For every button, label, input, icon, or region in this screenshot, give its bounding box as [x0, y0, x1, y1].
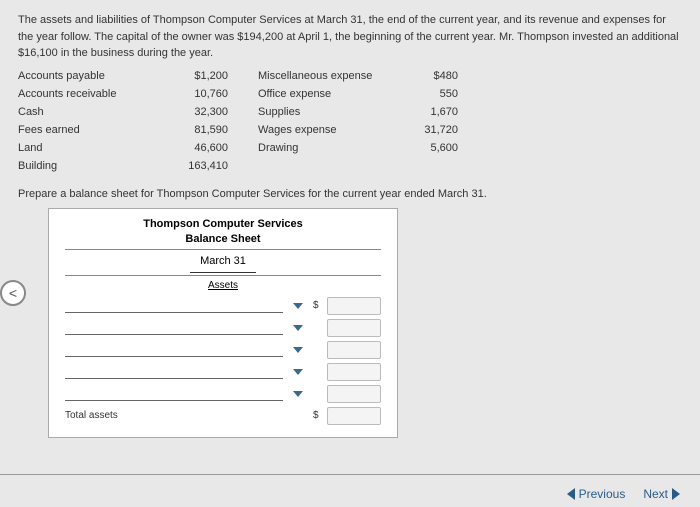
- problem-intro: The assets and liabilities of Thompson C…: [18, 12, 682, 62]
- previous-label: Previous: [579, 487, 626, 501]
- total-assets-label: Total assets: [65, 410, 307, 421]
- asset-value-input[interactable]: [327, 341, 381, 359]
- asset-name-field[interactable]: [65, 365, 283, 379]
- account-value: 5,600: [408, 142, 478, 154]
- company-name: Thompson Computer Services: [65, 217, 381, 232]
- bottom-nav: Previous Next: [567, 487, 680, 501]
- asset-name-field[interactable]: [65, 299, 283, 313]
- chevron-down-icon[interactable]: [293, 391, 303, 397]
- asset-value-input[interactable]: [327, 319, 381, 337]
- account-value: 10,760: [178, 88, 248, 100]
- account-label: Accounts payable: [18, 70, 178, 82]
- previous-button[interactable]: Previous: [567, 487, 626, 501]
- sheet-title: Balance Sheet: [65, 232, 381, 247]
- account-value: $1,200: [178, 70, 248, 82]
- sheet-date: March 31: [190, 254, 256, 272]
- dollar-sign: $: [313, 410, 321, 421]
- chevron-down-icon[interactable]: [293, 325, 303, 331]
- accounts-grid: Accounts payable $1,200 Miscellaneous ex…: [18, 70, 682, 172]
- account-value: 46,600: [178, 142, 248, 154]
- total-assets-input[interactable]: [327, 407, 381, 425]
- next-button[interactable]: Next: [643, 487, 680, 501]
- account-label: Land: [18, 142, 178, 154]
- asset-value-input[interactable]: [327, 385, 381, 403]
- account-value: 163,410: [178, 160, 248, 172]
- chevron-left-icon: [567, 488, 575, 500]
- chevron-down-icon[interactable]: [293, 369, 303, 375]
- account-label: Drawing: [248, 142, 408, 154]
- account-value: 81,590: [178, 124, 248, 136]
- account-label: Supplies: [248, 106, 408, 118]
- instruction-text: Prepare a balance sheet for Thompson Com…: [18, 188, 682, 200]
- account-value: 1,670: [408, 106, 478, 118]
- account-value: 550: [408, 88, 478, 100]
- account-label: Accounts receivable: [18, 88, 178, 100]
- account-label: Cash: [18, 106, 178, 118]
- next-label: Next: [643, 487, 668, 501]
- account-label: Building: [18, 160, 178, 172]
- account-label: Fees earned: [18, 124, 178, 136]
- asset-name-field[interactable]: [65, 343, 283, 357]
- asset-value-input[interactable]: [327, 363, 381, 381]
- dollar-sign: $: [313, 300, 321, 311]
- back-circle-button[interactable]: <: [0, 280, 26, 306]
- asset-name-field[interactable]: [65, 321, 283, 335]
- balance-sheet-form: Thompson Computer Services Balance Sheet…: [48, 208, 398, 438]
- account-label: [248, 160, 408, 172]
- account-label: Miscellaneous expense: [248, 70, 408, 82]
- asset-name-field[interactable]: [65, 387, 283, 401]
- chevron-down-icon[interactable]: [293, 347, 303, 353]
- asset-value-input[interactable]: [327, 297, 381, 315]
- assets-section-label: Assets: [65, 280, 381, 291]
- account-value: 31,720: [408, 124, 478, 136]
- account-value: 32,300: [178, 106, 248, 118]
- account-label: Wages expense: [248, 124, 408, 136]
- account-value: [408, 160, 478, 172]
- chevron-right-icon: [672, 488, 680, 500]
- account-label: Office expense: [248, 88, 408, 100]
- account-value: $480: [408, 70, 478, 82]
- chevron-down-icon[interactable]: [293, 303, 303, 309]
